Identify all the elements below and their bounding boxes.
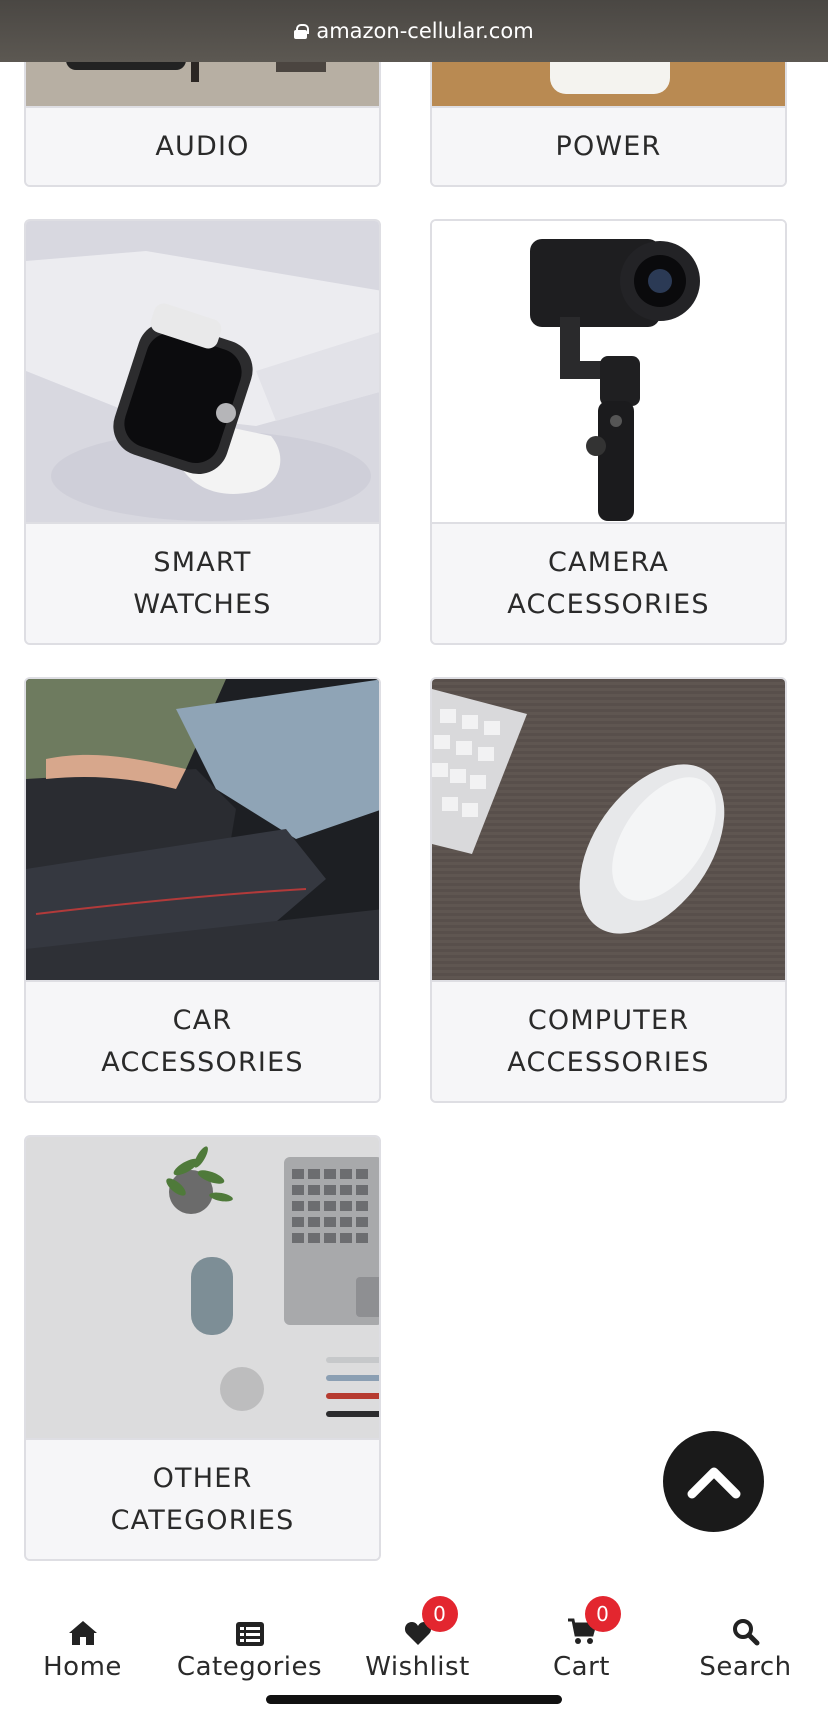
nav-search-label: Search: [699, 1652, 792, 1682]
camera-gimbal-image: [432, 221, 785, 526]
browser-url-bar[interactable]: amazon-cellular.com: [0, 0, 828, 62]
home-icon: [68, 1621, 97, 1645]
category-card-car-accessories[interactable]: CAR ACCESSORIES: [24, 677, 381, 1103]
smart-watch-image: [26, 221, 379, 526]
nav-home-label: Home: [43, 1652, 122, 1682]
category-card-smart-watches[interactable]: SMART WATCHES: [24, 219, 381, 645]
category-label: OTHER CATEGORIES: [26, 1438, 379, 1559]
lock-icon: [294, 23, 310, 39]
home-indicator: [266, 1695, 562, 1704]
nav-categories[interactable]: Categories: [167, 1580, 332, 1690]
wishlist-count-badge: 0: [421, 1596, 458, 1632]
nav-home[interactable]: Home: [0, 1580, 165, 1690]
computer-accessories-image: [432, 679, 785, 984]
category-card-camera-accessories[interactable]: CAMERA ACCESSORIES: [430, 219, 787, 645]
category-label: SMART WATCHES: [26, 522, 379, 643]
category-label: COMPUTER ACCESSORIES: [432, 980, 785, 1101]
category-label: POWER: [432, 106, 785, 185]
url-text: amazon-cellular.com: [316, 19, 534, 43]
nav-wishlist[interactable]: 0 Wishlist: [335, 1580, 500, 1690]
nav-categories-label: Categories: [176, 1652, 323, 1682]
nav-search[interactable]: Search: [663, 1580, 828, 1690]
list-icon: [235, 1622, 264, 1646]
search-icon: [732, 1619, 759, 1646]
scroll-to-top-button[interactable]: [663, 1431, 764, 1532]
category-card-other-categories[interactable]: OTHER CATEGORIES: [24, 1135, 381, 1561]
category-label: AUDIO: [26, 106, 379, 185]
car-accessories-image: [26, 679, 379, 984]
chevron-up-icon: [687, 1467, 740, 1498]
category-label: CAR ACCESSORIES: [26, 980, 379, 1101]
nav-cart-label: Cart: [553, 1652, 610, 1682]
other-categories-image: [26, 1137, 379, 1442]
nav-wishlist-label: Wishlist: [365, 1652, 470, 1682]
cart-count-badge: 0: [584, 1596, 621, 1632]
category-label: CAMERA ACCESSORIES: [432, 522, 785, 643]
category-card-computer-accessories[interactable]: COMPUTER ACCESSORIES: [430, 677, 787, 1103]
nav-cart[interactable]: 0 Cart: [499, 1580, 664, 1690]
